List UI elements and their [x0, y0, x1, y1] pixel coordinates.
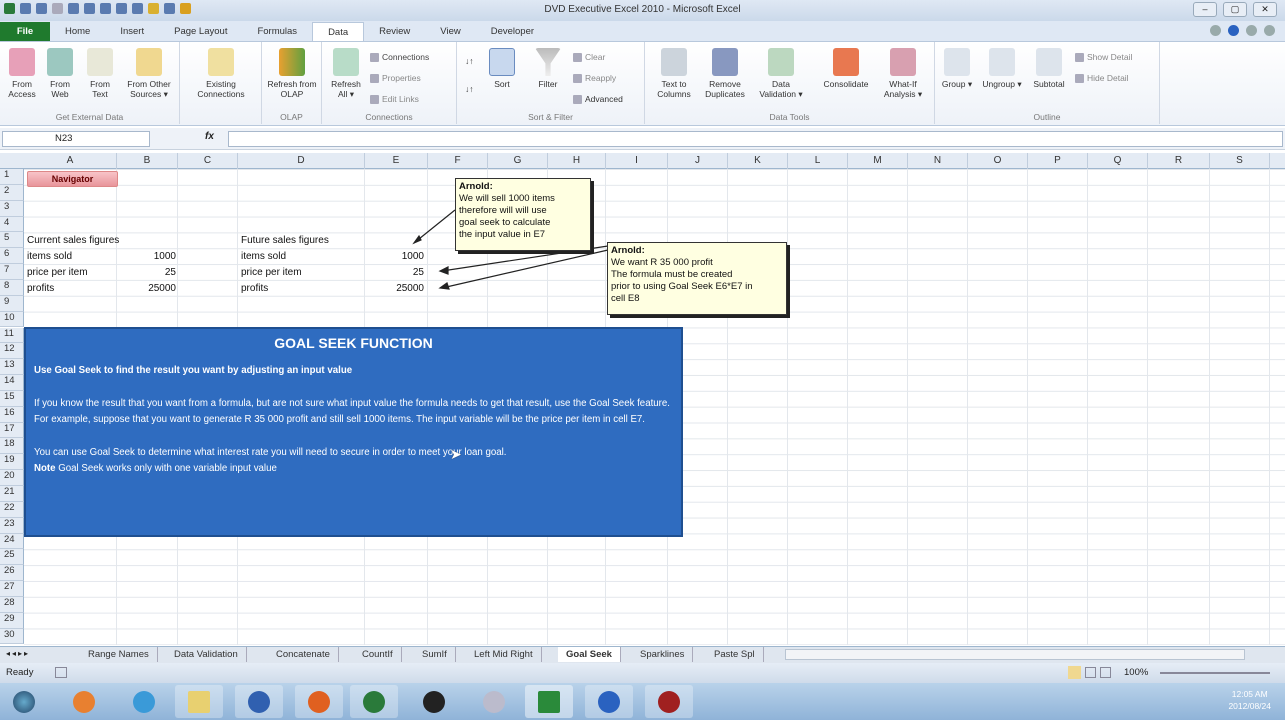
goal-seek-info-box[interactable]: GOAL SEEK FUNCTION Use Goal Seek to find… — [24, 327, 683, 537]
taskbar-app3[interactable] — [410, 685, 458, 718]
firefox-icon — [308, 690, 330, 713]
comment-arrow-3 — [441, 249, 609, 289]
sheet-tab-countif[interactable]: CountIf — [354, 647, 402, 662]
sheet-tab-sparklines[interactable]: Sparklines — [632, 647, 694, 662]
media-player-icon — [73, 690, 95, 713]
system-clock[interactable]: 12:05 AM 2012/08/24 — [1228, 688, 1271, 712]
taskbar-app2[interactable] — [350, 685, 398, 718]
page-break-view-icon[interactable] — [1100, 667, 1111, 678]
mouse-cursor-icon: ➤ — [450, 446, 462, 462]
info-intro: Use Goal Seek to find the result you wan… — [34, 365, 353, 376]
sheet-tab-data-validation[interactable]: Data Validation — [166, 647, 247, 662]
comment-note-e7[interactable]: Arnold: We will sell 1000 items therefor… — [455, 178, 591, 251]
info-note: Goal Seek works only with one variable i… — [55, 463, 277, 474]
excel-icon — [538, 690, 560, 713]
internet-explorer-icon — [133, 690, 155, 713]
sheet-tab-left-mid-right[interactable]: Left Mid Right — [466, 647, 542, 662]
app-icon — [248, 690, 270, 713]
disc-icon — [483, 690, 505, 713]
sheet-tab-range-names[interactable]: Range Names — [80, 647, 158, 662]
comment-note-e8[interactable]: Arnold: We want R 35 000 profit The form… — [607, 242, 787, 315]
zoom-level[interactable]: 100% — [1124, 667, 1148, 678]
status-ready: Ready — [6, 667, 34, 678]
windows-logo-icon — [13, 690, 35, 713]
taskbar-app[interactable] — [235, 685, 283, 718]
info-paragraph-loan: You can use Goal Seek to determine what … — [34, 446, 507, 458]
sheet-tab-sumif[interactable]: SumIf — [414, 647, 456, 662]
status-bar: Ready 100% — [0, 663, 1285, 683]
sheet-tab-goal-seek[interactable]: Goal Seek — [558, 647, 621, 662]
app2-icon — [363, 690, 385, 713]
taskbar-excel[interactable] — [525, 685, 573, 718]
taskbar-internet-explorer[interactable] — [120, 685, 168, 718]
macro-record-icon[interactable] — [55, 667, 67, 678]
taskbar-explorer[interactable] — [175, 685, 223, 718]
folder-icon — [188, 690, 210, 713]
arrowhead-icon — [438, 266, 449, 275]
taskbar: 12:05 AM 2012/08/24 — [0, 683, 1285, 720]
zoom-slider[interactable] — [1160, 672, 1270, 674]
horizontal-scrollbar[interactable] — [785, 649, 1245, 660]
taskbar-app4[interactable] — [470, 685, 518, 718]
taskbar-app5[interactable] — [645, 685, 693, 718]
taskbar-firefox[interactable] — [295, 685, 343, 718]
normal-view-icon[interactable] — [1068, 666, 1081, 679]
app5-icon — [658, 690, 680, 713]
taskbar-media-player[interactable] — [60, 685, 108, 718]
arrowhead-icon — [438, 282, 450, 290]
start-button[interactable] — [0, 685, 48, 718]
info-paragraph: If you know the result that you want fro… — [34, 397, 670, 426]
help-icon — [598, 690, 620, 713]
sheet-tab-paste-special[interactable]: Paste Spl — [706, 647, 764, 662]
page-layout-view-icon[interactable] — [1085, 667, 1096, 678]
info-note-label: Note — [34, 463, 56, 474]
soccer-ball-icon — [423, 690, 445, 713]
sheet-nav-arrows-icon[interactable]: ◂◂▸▸ — [6, 649, 30, 658]
taskbar-help[interactable] — [585, 685, 633, 718]
info-title: GOAL SEEK FUNCTION — [274, 335, 433, 351]
arrowhead-icon — [412, 234, 422, 245]
sheet-tab-concatenate[interactable]: Concatenate — [268, 647, 339, 662]
